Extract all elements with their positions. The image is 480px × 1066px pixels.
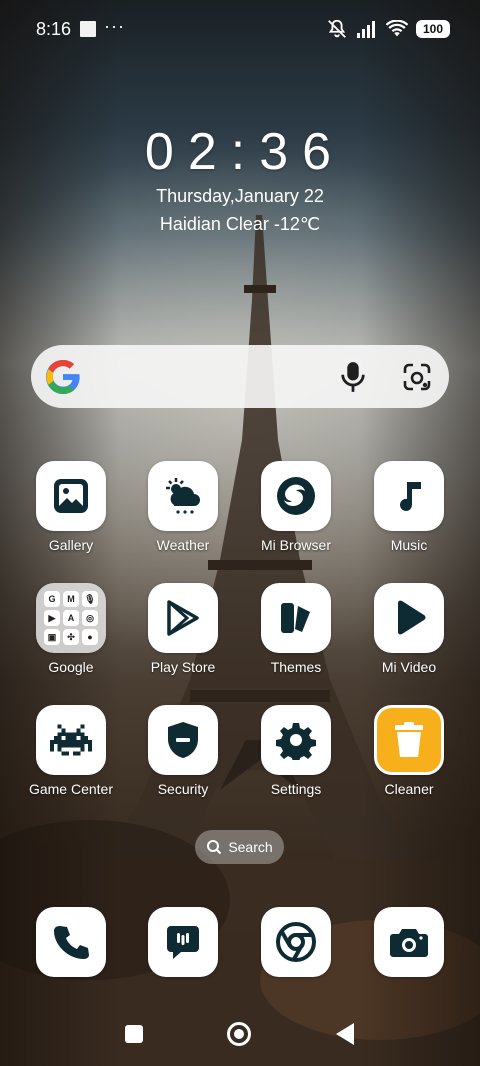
home-button[interactable]	[227, 1022, 251, 1046]
app-label: Themes	[270, 659, 322, 675]
weather-icon[interactable]	[148, 461, 218, 531]
weather-text[interactable]: Haidian Clear -12℃	[0, 214, 480, 235]
app-label: Game Center	[28, 781, 114, 797]
chrome-icon[interactable]	[261, 907, 331, 977]
maps-mini-icon: ▣	[44, 629, 60, 645]
app-label: Play Store	[150, 659, 216, 675]
app-label: Mi Video	[381, 659, 437, 675]
youtube-mini-icon: ▶	[44, 610, 60, 626]
more-notifications-icon: ···	[104, 16, 125, 36]
date-text[interactable]: Thursday,January 22	[0, 186, 480, 207]
dock-camera[interactable]	[353, 907, 465, 977]
camera-icon[interactable]	[374, 907, 444, 977]
gear-icon[interactable]	[261, 705, 331, 775]
gmail-mini-icon: M	[63, 591, 79, 607]
app-folder-google[interactable]: G M 🎙 ▶ A ◎ ▣ ✣ ● Google	[15, 583, 127, 675]
app-themes[interactable]: Themes	[240, 583, 352, 675]
themes-icon[interactable]	[261, 583, 331, 653]
mute-bell-icon	[328, 19, 346, 38]
app-label: Cleaner	[384, 781, 434, 797]
assistant-mini-icon: 🎙	[82, 591, 98, 607]
browser-icon[interactable]	[261, 461, 331, 531]
app-settings[interactable]: Settings	[240, 705, 352, 797]
mic-icon[interactable]	[339, 361, 367, 393]
app-music[interactable]: Music	[353, 461, 465, 553]
signal-icon	[357, 21, 375, 38]
app-play-store[interactable]: Play Store	[127, 583, 239, 675]
dock-chrome[interactable]	[240, 907, 352, 977]
folder-icon[interactable]: G M 🎙 ▶ A ◎ ▣ ✣ ●	[36, 583, 106, 653]
play-icon[interactable]	[374, 583, 444, 653]
photos-mini-icon: ✣	[63, 629, 79, 645]
app-security[interactable]: Security	[127, 705, 239, 797]
trash-icon[interactable]	[374, 705, 444, 775]
app-game-center[interactable]: Game Center	[15, 705, 127, 797]
shield-icon[interactable]	[148, 705, 218, 775]
app-gallery[interactable]: Gallery	[15, 461, 127, 553]
duo-mini-icon: ◎	[82, 610, 98, 626]
back-button[interactable]	[336, 1023, 354, 1045]
clock-time[interactable]: 02:36	[0, 122, 480, 182]
app-weather[interactable]: Weather	[127, 461, 239, 553]
meet-mini-icon: ●	[82, 629, 98, 645]
status-bar: 8:16 ··· 100	[0, 0, 480, 60]
music-note-icon[interactable]	[374, 461, 444, 531]
app-label: Security	[157, 781, 209, 797]
dock-phone[interactable]	[15, 907, 127, 977]
app-mi-video[interactable]: Mi Video	[353, 583, 465, 675]
gallery-icon[interactable]	[36, 461, 106, 531]
notification-square-icon	[80, 21, 96, 37]
play-store-icon[interactable]	[148, 583, 218, 653]
drive-mini-icon: A	[63, 610, 79, 626]
search-icon	[207, 840, 222, 855]
recents-button[interactable]	[125, 1025, 143, 1043]
app-cleaner[interactable]: Cleaner	[353, 705, 465, 797]
space-invader-icon[interactable]	[36, 705, 106, 775]
google-search-bar[interactable]	[31, 345, 449, 408]
app-label: Settings	[270, 781, 322, 797]
app-label: Google	[48, 659, 94, 675]
google-lens-icon[interactable]	[401, 361, 433, 393]
app-search-button[interactable]: Search	[195, 830, 284, 864]
app-mi-browser[interactable]: Mi Browser	[240, 461, 352, 553]
app-label: Mi Browser	[260, 537, 331, 553]
status-time: 8:16	[36, 19, 72, 39]
wifi-icon	[386, 20, 408, 37]
battery-indicator: 100	[416, 20, 450, 38]
google-mini-icon: G	[44, 591, 60, 607]
app-label: Weather	[156, 537, 210, 553]
phone-icon[interactable]	[36, 907, 106, 977]
app-label: Gallery	[48, 537, 94, 553]
app-label: Music	[390, 537, 428, 553]
google-g-icon	[46, 360, 80, 394]
dock-messages[interactable]	[127, 907, 239, 977]
search-label: Search	[228, 839, 273, 855]
message-icon[interactable]	[148, 907, 218, 977]
